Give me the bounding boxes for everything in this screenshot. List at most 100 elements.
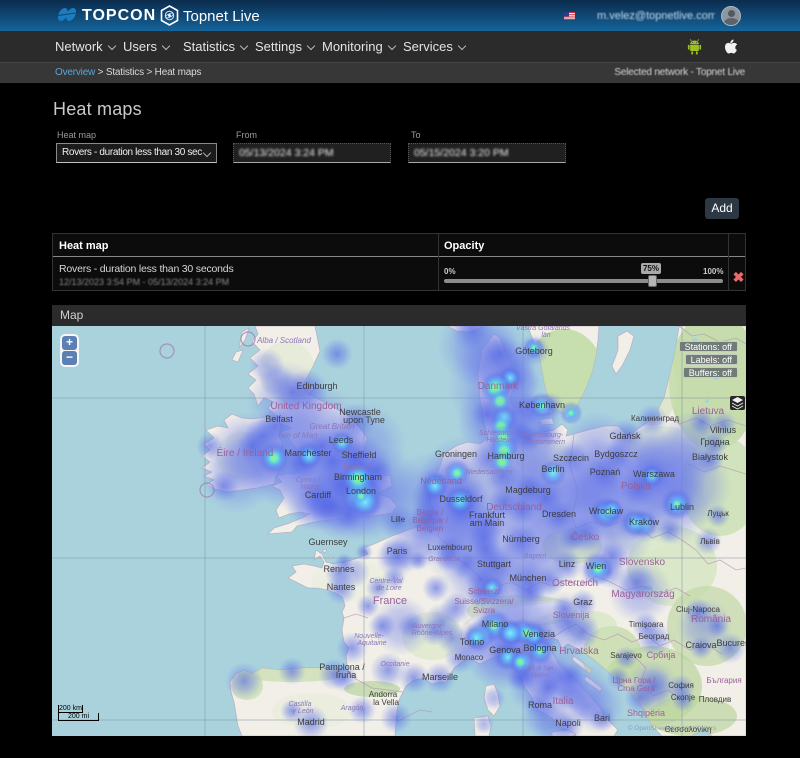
svg-text:Luxembourg: Luxembourg <box>428 543 472 552</box>
svg-text:Craiova: Craiova <box>685 640 716 650</box>
svg-text:Marseille: Marseille <box>422 672 458 682</box>
svg-text:Kraków: Kraków <box>629 517 660 527</box>
svg-text:Città di San: Città di San <box>522 666 554 672</box>
svg-text:München: München <box>509 573 546 583</box>
svg-text:Rhône-Alpes: Rhône-Alpes <box>412 630 453 637</box>
svg-text:København: København <box>519 400 565 410</box>
svg-text:Lille: Lille <box>391 515 406 524</box>
svg-text:Monaco: Monaco <box>455 653 484 662</box>
svg-text:Србија: Србија <box>647 650 676 660</box>
svg-text:Sarajevo: Sarajevo <box>610 651 642 660</box>
svg-text:Great Britain: Great Britain <box>310 422 355 431</box>
svg-text:România: România <box>691 614 731 625</box>
svg-text:Centre-Val: Centre-Val <box>369 578 403 585</box>
svg-text:Nürnberg: Nürnberg <box>502 534 540 544</box>
svg-text:Wrocław: Wrocław <box>589 506 624 516</box>
svg-text:Linz: Linz <box>559 559 576 569</box>
svg-text:Manchester: Manchester <box>284 448 331 458</box>
svg-text:London: London <box>346 486 376 496</box>
svg-text:Magdeburg: Magdeburg <box>505 485 551 495</box>
svg-text:Cluj-Napoca: Cluj-Napoca <box>676 605 721 614</box>
svg-text:England: England <box>343 464 370 471</box>
svg-text:Wien: Wien <box>586 561 607 571</box>
svg-text:Гродна: Гродна <box>700 437 729 447</box>
svg-text:y León: y León <box>291 708 313 715</box>
svg-text:Berlin: Berlin <box>541 464 564 474</box>
svg-text:am Main: am Main <box>470 518 505 528</box>
svg-text:Magyarország: Magyarország <box>611 589 674 600</box>
svg-text:Bucureș: Bucureș <box>716 638 746 648</box>
svg-text:Marino: Marino <box>531 673 550 679</box>
svg-text:Пловдив: Пловдив <box>699 695 732 704</box>
svg-text:Svizra: Svizra <box>473 606 496 615</box>
svg-text:Bayern: Bayern <box>524 553 546 560</box>
svg-text:Rennes: Rennes <box>323 564 355 574</box>
svg-text:Milano: Milano <box>482 619 509 629</box>
svg-text:Скопје: Скопје <box>671 693 696 702</box>
svg-text:Isle of Man: Isle of Man <box>278 431 318 440</box>
svg-text:Vorpommern: Vorpommern <box>525 439 565 446</box>
svg-text:Schleswig-: Schleswig- <box>479 430 514 437</box>
svg-text:Cymru /: Cymru / <box>296 477 322 484</box>
svg-text:Napoli: Napoli <box>555 718 581 728</box>
svg-text:Leeds: Leeds <box>329 435 354 445</box>
svg-text:Stuttgart: Stuttgart <box>477 559 512 569</box>
svg-text:Polska: Polska <box>621 481 651 492</box>
svg-text:Auvergne-: Auvergne- <box>412 623 446 630</box>
svg-text:Timișoara: Timișoara <box>629 620 664 629</box>
svg-text:Madrid: Madrid <box>297 717 325 727</box>
svg-text:Hrvatska: Hrvatska <box>559 646 599 657</box>
svg-text:Bologna: Bologna <box>523 643 556 653</box>
svg-text:Nantes: Nantes <box>327 582 356 592</box>
svg-text:Iruña: Iruña <box>336 670 357 680</box>
svg-text:Castilla: Castilla <box>289 701 312 708</box>
svg-text:Poznań: Poznań <box>590 467 621 477</box>
svg-text:Deutschland: Deutschland <box>486 502 542 513</box>
svg-text:Białystok: Białystok <box>692 452 729 462</box>
svg-text:Italia: Italia <box>552 696 574 707</box>
svg-text:Bari: Bari <box>594 713 610 723</box>
svg-text:Torino: Torino <box>460 637 485 647</box>
svg-text:Birmingham: Birmingham <box>334 472 382 482</box>
svg-text:Szczecin: Szczecin <box>553 453 589 463</box>
svg-text:United Kingdom: United Kingdom <box>270 401 341 412</box>
svg-text:län: län <box>541 332 550 339</box>
svg-text:Луцьк: Луцьк <box>707 509 729 518</box>
svg-text:Holstein: Holstein <box>486 437 511 444</box>
svg-text:Калининград: Калининград <box>631 414 679 423</box>
svg-text:de Loire: de Loire <box>376 585 401 592</box>
svg-text:Göteborg: Göteborg <box>515 346 553 356</box>
svg-text:Dusseldorf: Dusseldorf <box>439 494 483 504</box>
svg-text:Guernsey: Guernsey <box>308 537 348 547</box>
svg-text:България: България <box>706 676 741 685</box>
svg-text:Edinburgh: Edinburgh <box>296 381 337 391</box>
svg-text:Wales: Wales <box>300 484 320 491</box>
svg-text:Belgien: Belgien <box>417 524 444 533</box>
svg-text:Nouvelle-: Nouvelle- <box>354 633 384 640</box>
svg-text:Lietuva: Lietuva <box>692 406 725 417</box>
svg-text:Suisse/Svizzera/: Suisse/Svizzera/ <box>454 597 514 606</box>
svg-text:Aquitaine: Aquitaine <box>356 640 386 647</box>
svg-text:la Vella: la Vella <box>373 698 399 707</box>
svg-text:София: София <box>668 681 694 690</box>
svg-text:Львів: Львів <box>700 537 720 546</box>
svg-text:Crna Gora: Crna Gora <box>617 684 655 693</box>
svg-text:Venezia: Venezia <box>523 629 555 639</box>
svg-text:Graz: Graz <box>573 597 593 607</box>
svg-text:Schweiz/: Schweiz/ <box>468 587 501 596</box>
svg-text:Éire / Ireland: Éire / Ireland <box>217 446 274 459</box>
svg-text:Slovensko: Slovensko <box>619 557 666 568</box>
svg-text:Česko: Česko <box>571 530 600 543</box>
svg-text:Grand Est: Grand Est <box>428 556 461 563</box>
svg-text:Aragón: Aragón <box>340 705 364 712</box>
svg-text:Mecklenburg-: Mecklenburg- <box>521 432 564 439</box>
svg-text:Hamburg: Hamburg <box>487 451 524 461</box>
svg-text:Vilnius: Vilnius <box>710 425 737 435</box>
svg-text:Groningen: Groningen <box>435 449 477 459</box>
svg-text:Belfast: Belfast <box>265 414 293 424</box>
svg-text:Gdańsk: Gdańsk <box>609 431 641 441</box>
svg-text:France: France <box>373 595 407 607</box>
svg-text:Genova: Genova <box>489 645 521 655</box>
svg-text:Österreich: Österreich <box>552 577 598 589</box>
svg-text:Dresden: Dresden <box>542 509 576 519</box>
